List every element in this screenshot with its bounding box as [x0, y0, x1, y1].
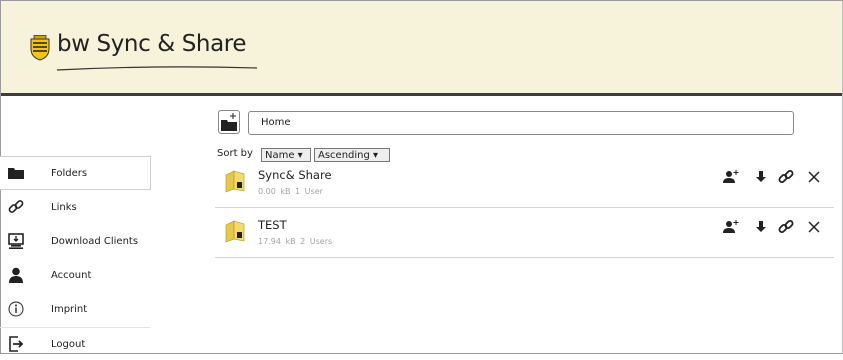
delete-icon[interactable] — [806, 219, 822, 235]
folder-name[interactable]: TEST — [258, 218, 287, 232]
new-folder-button[interactable] — [218, 110, 240, 134]
sidebar-item-label: Folders — [51, 167, 88, 179]
new-folder-icon — [221, 113, 237, 131]
logout-icon — [9, 336, 24, 352]
share-user-icon[interactable] — [723, 219, 739, 235]
user-icon — [9, 267, 23, 283]
download-icon[interactable] — [753, 219, 769, 235]
sort-field-select[interactable]: Name ▾ — [261, 148, 311, 162]
logo-text[interactable]: bw Sync & Share — [57, 31, 246, 57]
sidebar-item-label: Imprint — [51, 303, 88, 315]
header: bw Sync & Share — [1, 1, 842, 96]
folder-row[interactable]: Sync& Share 0.00 kB 1 User — [215, 166, 834, 208]
folder-meta: 17.94 kB 2 Users — [258, 237, 333, 246]
share-user-icon[interactable] — [723, 169, 739, 185]
sidebar-item-download-clients[interactable]: Download Clients — [0, 225, 150, 257]
sidebar-item-logout[interactable]: Logout — [0, 327, 150, 360]
path-breadcrumb[interactable]: Home — [248, 111, 794, 135]
folder-icon — [8, 168, 24, 179]
sidebar-item-label: Logout — [51, 338, 86, 350]
sort-label: Sort by — [217, 148, 253, 159]
link-icon[interactable] — [778, 219, 794, 235]
crest-icon — [30, 35, 50, 61]
sidebar-item-links[interactable]: Links — [0, 191, 150, 223]
delete-icon[interactable] — [806, 169, 822, 185]
sidebar-item-account[interactable]: Account — [0, 259, 150, 291]
link-icon[interactable] — [778, 169, 794, 185]
sidebar-item-label: Links — [51, 201, 77, 213]
folder-meta: 0.00 kB 1 User — [258, 187, 323, 196]
download-clients-icon — [8, 233, 24, 249]
logo-swoosh — [57, 66, 257, 71]
sort-order-select[interactable]: Ascending ▾ — [314, 148, 390, 162]
link-icon — [8, 200, 24, 213]
info-icon — [8, 301, 24, 317]
sidebar-item-folders[interactable]: Folders — [0, 156, 151, 190]
shared-folder-icon — [225, 170, 245, 193]
sidebar-item-label: Account — [51, 269, 92, 281]
folder-name[interactable]: Sync& Share — [258, 168, 332, 182]
shared-folder-icon — [225, 220, 245, 243]
sidebar-item-label: Download Clients — [51, 235, 139, 247]
download-icon[interactable] — [753, 169, 769, 185]
folder-row[interactable]: TEST 17.94 kB 2 Users — [215, 216, 834, 258]
sidebar-item-imprint[interactable]: Imprint — [0, 293, 150, 325]
